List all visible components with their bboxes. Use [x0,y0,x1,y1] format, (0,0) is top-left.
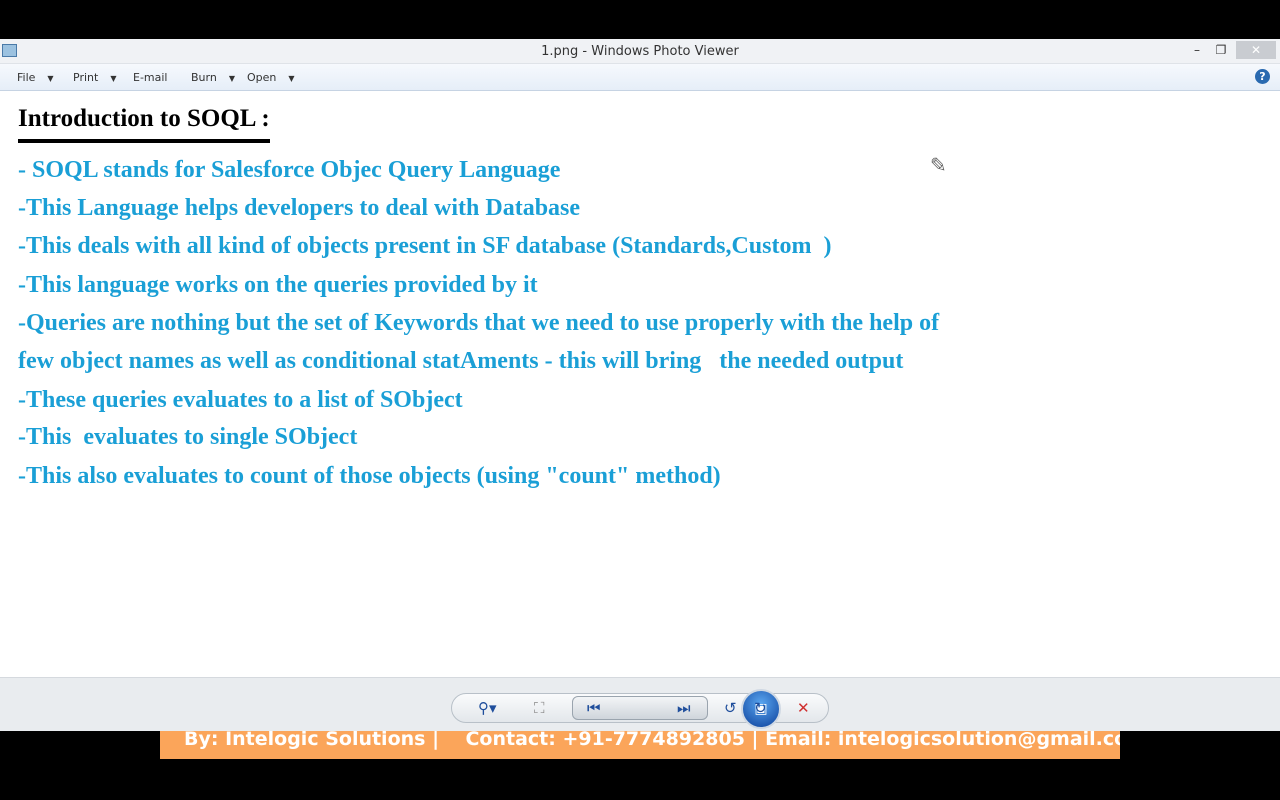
chevron-down-icon: ▼ [47,74,54,83]
chevron-down-icon: ▼ [110,74,117,83]
menu-burn[interactable]: Burn ▼ [191,71,235,84]
slide-line: - SOQL stands for Salesforce Objec Query… [18,157,561,183]
chevron-down-icon: ▼ [228,74,235,83]
help-icon[interactable]: ? [1255,69,1270,84]
menu-email[interactable]: E-mail [133,71,168,84]
menu-print[interactable]: Print ▼ [73,71,116,84]
rotate-counterclockwise-icon[interactable]: ↺ [724,699,737,717]
pencil-cursor-icon: ✎ [930,153,947,177]
menu-open[interactable]: Open ▼ [247,71,295,84]
slide-line: -This Language helps developers to deal … [18,195,581,221]
rotate-clockwise-icon[interactable]: ↻ [754,699,767,717]
menu-bar: File ▼ Print ▼ E-mail Burn ▼ Open ▼ ? [0,64,1280,91]
photo-viewer-window: 1.png - Windows Photo Viewer – ❐ ✕ File ▼… [0,39,1280,731]
next-icon[interactable]: ⏭ [677,699,691,717]
menu-label: Open [247,71,277,84]
chevron-down-icon: ▼ [288,74,295,83]
slide-line: -This language works on the queries prov… [18,272,538,298]
menu-label: Burn [191,71,217,84]
delete-icon[interactable]: ✕ [797,699,810,717]
navigation-group: ⏮ ⏭ ▣ [572,689,781,729]
slide-line: -This also evaluates to count of those o… [18,463,721,489]
menu-label: Print [73,71,99,84]
zoom-icon[interactable]: ⚲▾ [478,699,497,717]
slide-heading: Introduction to SOQL : [18,105,270,143]
close-button[interactable]: ✕ [1236,41,1276,59]
slide-line: few object names as well as conditional … [18,348,904,374]
restore-button[interactable]: ❐ [1208,41,1234,59]
minimize-button[interactable]: – [1184,41,1210,59]
slide-line: -These queries evaluates to a list of SO… [18,387,463,413]
toolbar-pill: ⚲▾ ⛶ ⏮ ⏭ ▣ ↺ ↻ ✕ [451,689,829,729]
title-bar: 1.png - Windows Photo Viewer – ❐ ✕ [0,39,1280,64]
slide-line: -This deals with all kind of objects pre… [18,233,832,259]
bottom-toolbar: ⚲▾ ⛶ ⏮ ⏭ ▣ ↺ ↻ ✕ [0,677,1280,731]
window-title: 1.png - Windows Photo Viewer [541,44,739,59]
previous-icon[interactable]: ⏮ [587,699,601,717]
menu-file[interactable]: File ▼ [17,71,54,84]
menu-label: File [17,71,36,84]
contact-banner: By: Intelogic Solutions | Contact: +91-7… [160,731,1120,759]
actual-size-icon[interactable]: ⛶ [534,699,545,717]
slide-line: -This evaluates to single SObject [18,424,358,450]
image-view: Introduction to SOQL : ✎ - SOQL stands f… [0,91,1280,677]
slide-line: -Queries are nothing but the set of Keyw… [18,310,940,336]
